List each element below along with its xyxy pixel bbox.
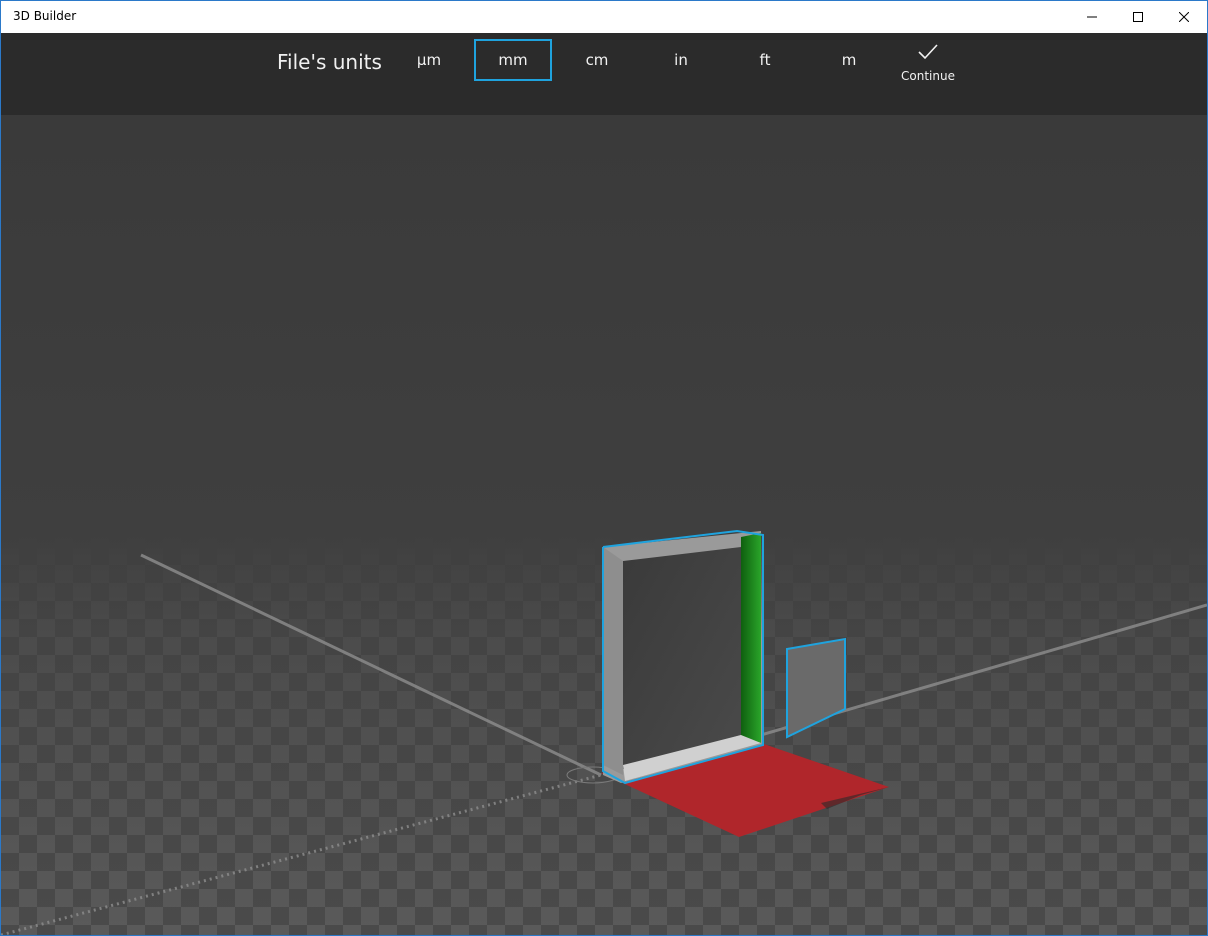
checkmark-icon (917, 43, 939, 66)
unit-label: m (841, 51, 857, 69)
maximize-icon (1133, 12, 1143, 22)
unit-label: µm (416, 51, 442, 69)
minimize-icon (1087, 12, 1097, 22)
3d-viewport[interactable] (1, 115, 1207, 935)
unit-label: ft (759, 51, 771, 69)
maximize-button[interactable] (1115, 1, 1161, 33)
title-bar[interactable]: 3D Builder (1, 1, 1207, 33)
unit-label: cm (585, 51, 609, 69)
continue-label: Continue (901, 69, 955, 83)
unit-button-meter[interactable]: m (810, 39, 888, 81)
unit-button-millimeter[interactable]: mm (474, 39, 552, 81)
frame-model[interactable] (602, 529, 764, 785)
unit-label: mm (498, 51, 528, 69)
scene-canvas (1, 115, 1207, 935)
file-units-toolbar: File's units µm mm cm in ft m Continue (1, 33, 1207, 115)
app-window: 3D Builder File's units µm mm cm in ft m… (0, 0, 1208, 936)
unit-button-foot[interactable]: ft (726, 39, 804, 81)
minimize-button[interactable] (1069, 1, 1115, 33)
unit-button-centimeter[interactable]: cm (558, 39, 636, 81)
close-icon (1179, 12, 1189, 22)
unit-button-inch[interactable]: in (642, 39, 720, 81)
unit-label: in (674, 51, 688, 69)
continue-button[interactable]: Continue (894, 43, 962, 89)
unit-button-micrometer[interactable]: µm (390, 39, 468, 81)
file-units-title: File's units (277, 50, 382, 74)
close-button[interactable] (1161, 1, 1207, 33)
app-title: 3D Builder (13, 9, 77, 23)
